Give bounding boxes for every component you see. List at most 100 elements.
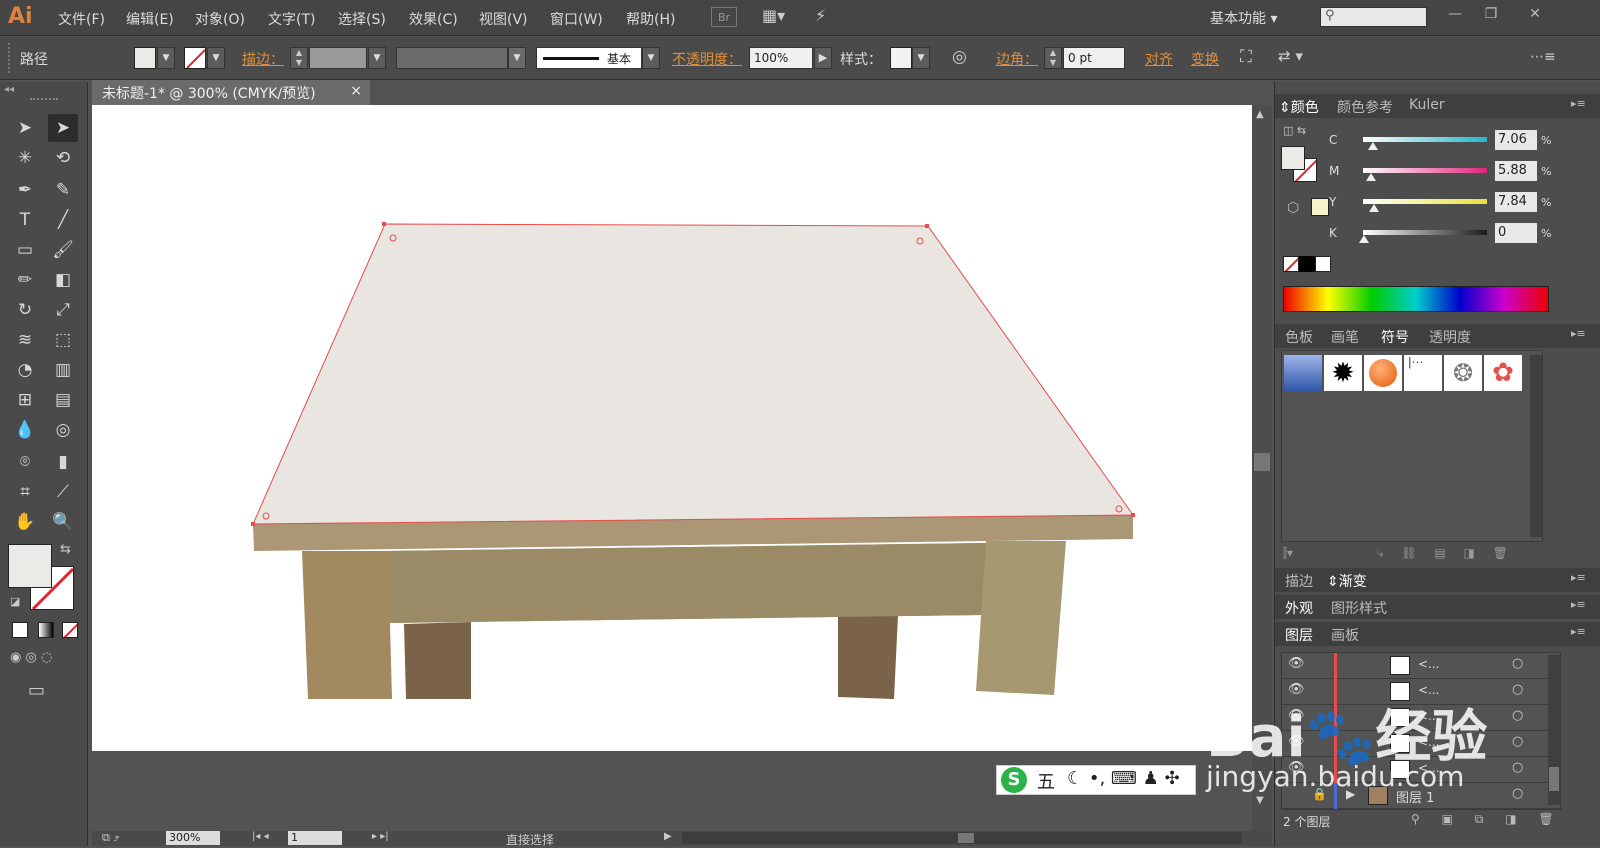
symbol-libraries-icon[interactable]: ⫿▾	[1283, 546, 1293, 560]
white-swatch[interactable]	[1315, 256, 1331, 272]
symbol-orange-button[interactable]	[1364, 355, 1402, 391]
gradient-tool-icon[interactable]: ▤	[48, 386, 78, 414]
magic-wand-tool-icon[interactable]: ✳	[10, 144, 40, 172]
menu-help[interactable]: 帮助(H)	[626, 9, 675, 29]
color-mode-icon[interactable]	[12, 622, 28, 638]
target-icon[interactable]: ○	[1512, 786, 1523, 801]
paintbrush-tool-icon[interactable]: 🖌	[48, 236, 78, 264]
symbol-options-icon[interactable]: ▤	[1434, 546, 1445, 560]
tab-swatches[interactable]: 色板	[1285, 327, 1313, 347]
target-icon[interactable]: ○	[1512, 656, 1523, 671]
sublayer-row[interactable]: 👁 <... ○	[1282, 653, 1548, 679]
anchor-point[interactable]	[925, 224, 929, 228]
new-sublayer-icon[interactable]: ⧉	[1475, 812, 1484, 826]
brush-style-field[interactable]: 基本	[536, 47, 642, 69]
tab-kuler[interactable]: Kuler	[1409, 97, 1445, 113]
target-icon[interactable]: ○	[1512, 734, 1523, 749]
tab-transparency[interactable]: 透明度	[1429, 327, 1471, 347]
opacity-label[interactable]: 不透明度：	[672, 49, 742, 69]
place-symbol-icon[interactable]: ⤷	[1377, 546, 1384, 560]
bridge-button[interactable]: Br	[711, 7, 737, 27]
new-symbol-icon[interactable]: ◨	[1464, 546, 1475, 560]
channel-value-field[interactable]: 7.06	[1495, 130, 1537, 150]
menu-type[interactable]: 文字(T)	[268, 9, 315, 29]
none-mode-icon[interactable]	[62, 622, 78, 638]
restore-icon[interactable]: ❐	[1476, 3, 1506, 25]
gradient-panel-menu-icon[interactable]: ▸≡	[1571, 571, 1586, 584]
document-tab[interactable]: 未标题-1* @ 300% (CMYK/预览) ×	[92, 80, 370, 105]
tab-gradient[interactable]: ⇕渐变	[1327, 571, 1367, 591]
share-icon[interactable]: ⧉ ⤴	[102, 831, 120, 845]
line-tool-icon[interactable]: ╱	[48, 206, 78, 234]
visibility-eye-icon[interactable]: 👁	[1288, 656, 1305, 671]
menu-file[interactable]: 文件(F)	[58, 9, 105, 29]
search-input[interactable]: ⚲	[1320, 7, 1427, 27]
black-swatch[interactable]	[1299, 256, 1315, 272]
ime-icons[interactable]: ☾ •, ⌨ ♟ ✣	[1067, 768, 1180, 789]
channel-value-field[interactable]: 7.84	[1495, 192, 1537, 212]
channel-value-field[interactable]: 0	[1495, 223, 1537, 243]
tab-symbols[interactable]: 符号	[1381, 327, 1409, 347]
rectangle-tool-icon[interactable]: ▭	[10, 236, 40, 264]
panel-menu-icon[interactable]: ⋯≡	[1530, 49, 1556, 65]
tab-stroke[interactable]: 描边	[1285, 571, 1313, 591]
gradient-mode-icon[interactable]	[38, 622, 54, 638]
free-transform-tool-icon[interactable]: ⬚	[48, 326, 78, 354]
break-link-icon[interactable]: ⛓	[1401, 546, 1416, 560]
collapse-tools-icon[interactable]: ◂◂	[4, 84, 14, 95]
anchor-point[interactable]	[382, 222, 386, 226]
stroke-label[interactable]: 描边：	[242, 49, 284, 69]
stroke-weight-stepper[interactable]: ▲ ▼	[290, 47, 308, 69]
menu-select[interactable]: 选择(S)	[338, 9, 386, 29]
layers-scrollbar-thumb[interactable]	[1549, 767, 1559, 791]
channel-slider-thumb[interactable]	[1366, 173, 1376, 181]
anchor-point[interactable]	[1131, 513, 1135, 517]
channel-slider-track[interactable]	[1363, 199, 1487, 204]
artboard-canvas[interactable]	[92, 105, 1252, 751]
pencil-tool-icon[interactable]: ✏	[10, 266, 40, 294]
menu-object[interactable]: 对象(O)	[195, 9, 245, 29]
channel-slider-thumb[interactable]	[1359, 235, 1369, 243]
opacity-arrow[interactable]: ▶	[814, 47, 832, 69]
arrange-icon[interactable]: ⇄ ▾	[1278, 47, 1303, 65]
channel-slider-track[interactable]	[1363, 137, 1487, 142]
layers-scrollbar[interactable]	[1548, 655, 1560, 805]
isolate-icon[interactable]: ⛶	[1240, 47, 1252, 67]
menu-edit[interactable]: 编辑(E)	[126, 9, 174, 29]
close-icon[interactable]: ✕	[1520, 3, 1550, 25]
slice-tool-icon[interactable]: ⟋	[48, 478, 78, 506]
tab-graphic-styles[interactable]: 图形样式	[1331, 598, 1387, 618]
type-tool-icon[interactable]: T	[10, 206, 40, 234]
last-artboard-icon[interactable]: ▸ ▸|	[372, 831, 389, 842]
shape-builder-tool-icon[interactable]: ◔	[10, 356, 40, 384]
perspective-grid-tool-icon[interactable]: ▥	[48, 356, 78, 384]
table-leg-front-left[interactable]	[302, 551, 392, 699]
scale-tool-icon[interactable]: ⤢	[48, 296, 78, 324]
direct-selection-tool-icon[interactable]: ➤	[48, 114, 78, 142]
horizontal-scrollbar-thumb[interactable]	[958, 833, 974, 843]
fill-color-box-front[interactable]	[8, 544, 52, 588]
sublayer-name[interactable]: <...	[1418, 657, 1440, 671]
brush-style-dropdown[interactable]: ▼	[642, 47, 660, 69]
hand-tool-icon[interactable]: ✋	[10, 508, 40, 536]
scrollbar-thumb[interactable]	[1254, 453, 1270, 471]
ime-logo-icon[interactable]: S	[1001, 767, 1027, 793]
color-spectrum[interactable]	[1283, 286, 1549, 312]
eyedropper-tool-icon[interactable]: 💧	[10, 416, 40, 444]
lasso-tool-icon[interactable]: ⟲	[48, 144, 78, 172]
curvature-tool-icon[interactable]: ✎	[48, 176, 78, 204]
fill-swatch[interactable]	[134, 47, 156, 69]
zoom-field[interactable]: 300%	[166, 831, 220, 845]
table-top[interactable]	[252, 223, 1134, 525]
swatch-panel-menu-icon[interactable]: ▸≡	[1571, 327, 1586, 340]
appearance-panel-menu-icon[interactable]: ▸≡	[1571, 598, 1586, 611]
menu-window[interactable]: 窗口(W)	[550, 9, 603, 29]
transform-link[interactable]: 变换	[1191, 49, 1219, 69]
graphic-style-swatch[interactable]	[890, 47, 912, 69]
target-icon[interactable]: ○	[1512, 760, 1523, 775]
symbol-flower[interactable]: ✿	[1484, 355, 1522, 391]
corner-field[interactable]: 0 pt	[1063, 47, 1125, 69]
delete-layer-icon[interactable]: 🗑	[1538, 812, 1553, 826]
scroll-down-icon[interactable]: ▼	[1256, 795, 1264, 806]
tab-layers[interactable]: 图层	[1285, 625, 1313, 645]
